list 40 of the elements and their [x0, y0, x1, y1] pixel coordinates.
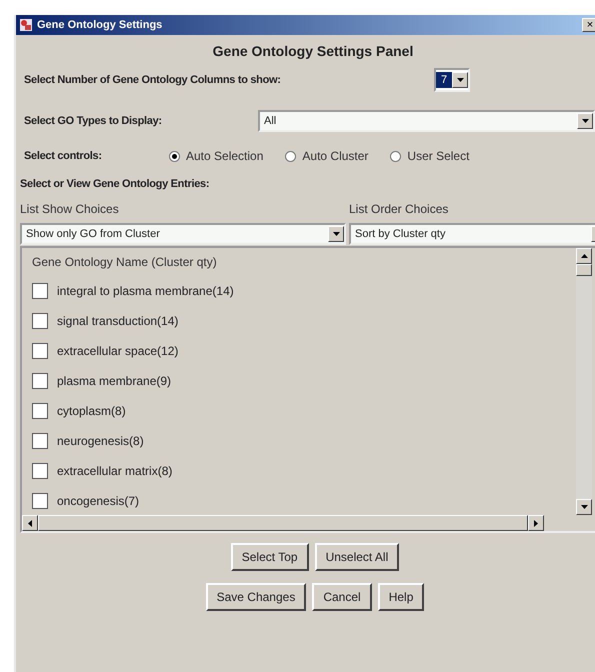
left-arrow-icon [28, 520, 32, 526]
list-item[interactable]: extracellular space(12) [32, 336, 178, 366]
vertical-scrollbar[interactable] [576, 248, 592, 515]
radio-option[interactable]: Auto Cluster [285, 149, 368, 163]
scroll-thumb[interactable] [576, 264, 592, 276]
list-item[interactable]: extracellular matrix(8) [32, 456, 172, 486]
radio-option[interactable]: User Select [390, 149, 470, 163]
list-header: Gene Ontology Name (Cluster qty) [32, 254, 218, 271]
app-icon [19, 18, 33, 32]
order-choices-dropdown[interactable]: Sort by Cluster qty [349, 223, 595, 245]
right-arrow-icon [534, 520, 538, 526]
list-item[interactable]: oncogenesis(7) [32, 486, 140, 515]
action-button[interactable]: Save Changes [206, 583, 306, 611]
action-button[interactable]: Unselect All [314, 543, 400, 571]
panel-title: Gene Ontology Settings Panel [212, 42, 414, 61]
columns-dropdown[interactable]: 7 [434, 68, 470, 92]
types-dropdown[interactable]: All [258, 110, 595, 132]
action-button[interactable]: Cancel [312, 583, 372, 611]
caret-icon [456, 78, 464, 82]
action-button[interactable]: Help [378, 583, 424, 611]
radio-option[interactable]: Auto Selection [169, 149, 264, 163]
field-label: Select controls: [24, 150, 103, 162]
section-label: Select or View Gene Ontology Entries: [20, 178, 210, 192]
field-label: List Show Choices [20, 202, 120, 216]
caret-icon [582, 119, 588, 123]
show-choices-dropdown[interactable]: Show only GO from Cluster [20, 223, 346, 245]
list-item[interactable]: signal transduction(14) [32, 306, 178, 336]
list-item[interactable]: cytoplasm(8) [32, 396, 126, 426]
down-arrow-icon [580, 505, 588, 509]
field-label: Select GO Types to Display: [24, 115, 163, 127]
list-item[interactable]: neurogenesis(8) [32, 426, 144, 456]
caret-icon [332, 232, 340, 236]
field-label: Select Number of Gene Ontology Columns to show: [24, 74, 282, 86]
close-button[interactable]: × [582, 18, 595, 32]
list-item[interactable]: plasma membrane(9) [32, 366, 172, 396]
action-button[interactable]: Select Top [230, 543, 309, 571]
window-title: Gene Ontology Settings [37, 19, 164, 31]
up-arrow-icon [580, 254, 588, 258]
list-item[interactable]: integral to plasma membrane(14) [32, 276, 234, 306]
field-label: List Order Choices [349, 202, 450, 216]
